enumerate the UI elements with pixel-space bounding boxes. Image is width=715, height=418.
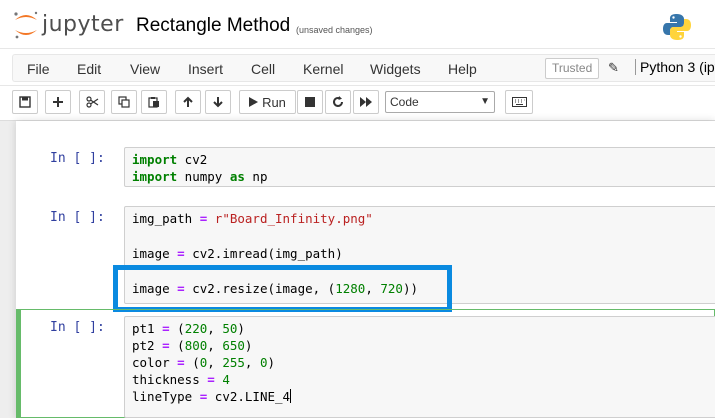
code-cell-1[interactable]: import cv2 import numpy as np: [124, 147, 715, 187]
menu-insert[interactable]: Insert: [188, 61, 223, 77]
highlight-box: [113, 265, 452, 312]
insert-cell-button[interactable]: [45, 90, 71, 114]
copy-button[interactable]: [111, 90, 137, 114]
stop-icon: [305, 97, 315, 107]
cell-type-select[interactable]: Code ▼: [385, 91, 495, 113]
run-label: Run: [262, 94, 286, 110]
kernel-name[interactable]: Python 3 (ipyl: [635, 59, 715, 75]
code-line: import cv2: [132, 152, 208, 167]
header: jupyter Rectangle Method (unsaved change…: [0, 0, 715, 48]
plus-icon: [53, 97, 63, 107]
cut-button[interactable]: [79, 90, 105, 114]
cell-prompt: In [ ]:: [50, 210, 105, 225]
code-line: image = cv2.imread(img_path): [132, 246, 343, 261]
code-line: pt1 = (220, 50): [132, 321, 245, 336]
arrow-up-icon: [183, 96, 193, 107]
save-icon: [19, 96, 31, 108]
jupyter-logo-icon: [14, 11, 38, 39]
menu-file[interactable]: File: [27, 61, 50, 77]
interrupt-button[interactable]: [297, 90, 323, 114]
run-button[interactable]: Run: [239, 90, 296, 114]
keyboard-icon: [511, 97, 527, 107]
code-line: thickness = 4: [132, 372, 230, 387]
paste-icon: [148, 97, 159, 108]
chevron-down-icon: ▼: [480, 96, 490, 107]
menu-cell[interactable]: Cell: [251, 61, 275, 77]
notebook-title[interactable]: Rectangle Method: [136, 15, 290, 37]
code-line: color = (0, 255, 0): [132, 355, 276, 370]
code-line: img_path = r"Board_Infinity.png": [132, 211, 373, 226]
cell-type-value: Code: [390, 95, 419, 109]
code-line: import numpy as np: [132, 169, 268, 184]
save-button[interactable]: [12, 90, 38, 114]
fast-forward-icon: [360, 97, 372, 107]
menu-widgets[interactable]: Widgets: [370, 61, 421, 77]
trusted-badge[interactable]: Trusted: [545, 58, 600, 79]
jupyter-logo[interactable]: jupyter: [12, 8, 124, 42]
command-palette-button[interactable]: [505, 90, 533, 114]
menu-edit[interactable]: Edit: [77, 61, 101, 77]
paste-button[interactable]: [141, 90, 167, 114]
save-status: (unsaved changes): [296, 25, 373, 35]
menu-help[interactable]: Help: [448, 61, 477, 77]
logo-text: jupyter: [42, 12, 124, 37]
code-line: lineType = cv2.LINE_4: [132, 389, 292, 404]
move-down-button[interactable]: [205, 90, 231, 114]
cell-prompt: In [ ]:: [50, 151, 105, 166]
pencil-icon[interactable]: ✎: [608, 60, 619, 76]
restart-run-all-button[interactable]: [353, 90, 379, 114]
menu-kernel[interactable]: Kernel: [303, 61, 343, 77]
menubar: File Edit View Insert Cell Kernel Widget…: [0, 48, 715, 86]
code-cell-3[interactable]: pt1 = (220, 50) pt2 = (800, 650) color =…: [124, 316, 715, 418]
python-logo-icon: [663, 14, 691, 40]
menu-view[interactable]: View: [130, 61, 160, 77]
restart-icon: [333, 96, 343, 107]
restart-button[interactable]: [325, 90, 351, 114]
move-up-button[interactable]: [175, 90, 201, 114]
scissors-icon: [85, 96, 98, 108]
arrow-down-icon: [213, 97, 223, 108]
code-line: pt2 = (800, 650): [132, 338, 253, 353]
cell-prompt: In [ ]:: [50, 320, 105, 335]
play-icon: [249, 97, 259, 107]
toolbar: Run Code ▼: [0, 86, 715, 120]
menubar-inner: File Edit View Insert Cell Kernel Widget…: [12, 54, 715, 82]
copy-icon: [118, 96, 130, 108]
text-cursor: [290, 389, 292, 403]
